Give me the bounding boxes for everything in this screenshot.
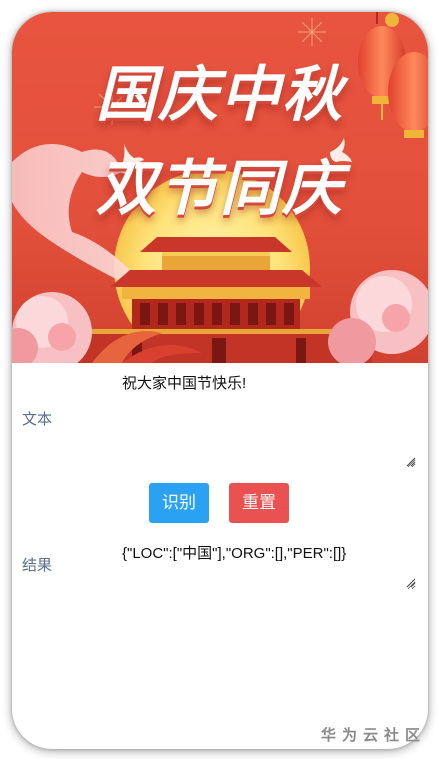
result-label: 结果 [22, 556, 53, 574]
resize-handle-icon[interactable] [406, 457, 416, 467]
reset-button[interactable]: 重置 [229, 483, 289, 523]
watermark-text: 华为云社区 [320, 726, 426, 744]
banner-title-line2: 双节同庆 [96, 154, 344, 224]
text-input-field[interactable]: 祝大家中国节快乐! [118, 372, 416, 468]
resize-handle-icon[interactable] [406, 578, 416, 588]
festival-banner: 国庆中秋 双节同庆 [12, 12, 428, 363]
phone-frame: 国庆中秋 双节同庆 文本 祝大家中国节快乐! 识别 重置 结果 {"LOC":[… [12, 12, 428, 749]
result-output-field[interactable]: {"LOC":["中国"],"ORG":[],"PER":[]} [118, 542, 416, 590]
recognize-button[interactable]: 识别 [149, 483, 209, 523]
text-input-label: 文本 [22, 410, 53, 428]
banner-title-line1: 国庆中秋 [96, 60, 344, 130]
